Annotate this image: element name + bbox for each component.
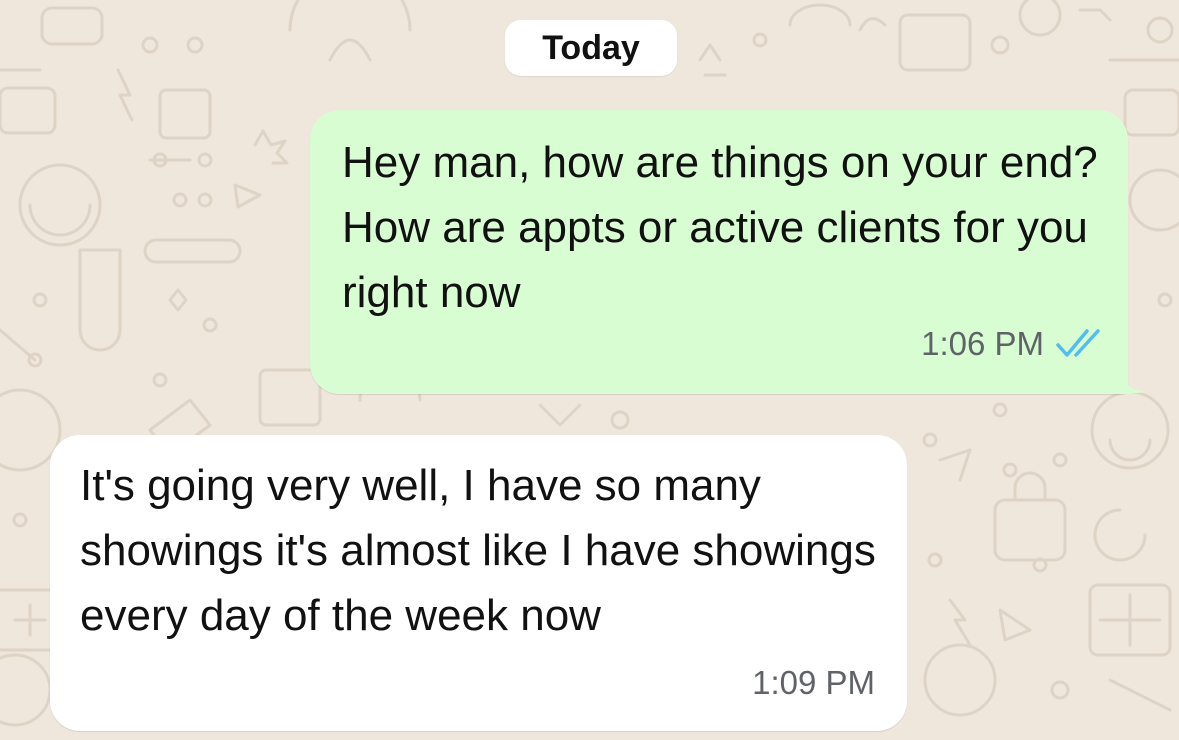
incoming-message-text: It's going very well, I have so many sho… [80, 461, 876, 640]
outgoing-message-bubble[interactable]: Hey man, how are things on your end? How… [310, 110, 1128, 394]
date-separator: Today [505, 20, 677, 76]
outgoing-message-meta: 1:06 PM [921, 311, 1102, 376]
outgoing-bubble-tail [1118, 368, 1148, 394]
incoming-message-time: 1:09 PM [752, 664, 875, 701]
outgoing-message-time: 1:06 PM [921, 325, 1044, 362]
double-check-icon [1056, 328, 1100, 357]
incoming-message-bubble[interactable]: It's going very well, I have so many sho… [50, 435, 907, 731]
incoming-message-meta: 1:09 PM [752, 650, 875, 715]
outgoing-message-text: Hey man, how are things on your end? How… [342, 138, 1098, 317]
